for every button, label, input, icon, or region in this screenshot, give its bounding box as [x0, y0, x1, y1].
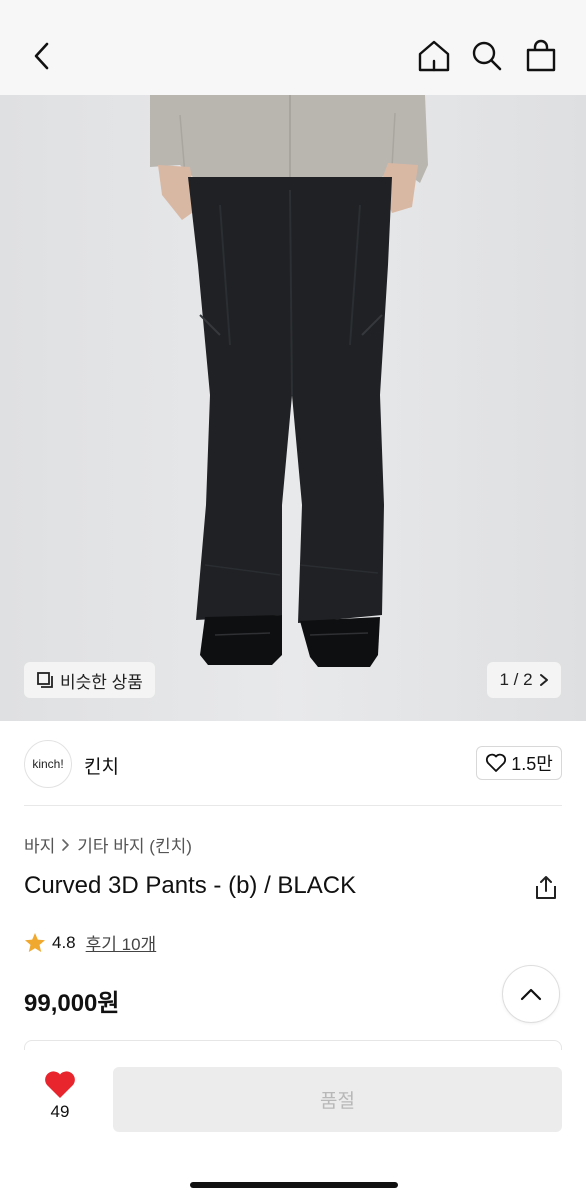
- breadcrumb: 바지 기타 바지 (킨치): [24, 832, 192, 857]
- breadcrumb-category[interactable]: 바지: [24, 832, 55, 857]
- star-icon: [25, 932, 45, 952]
- product-price: 99,000원: [24, 990, 120, 1017]
- content-card-edge: [24, 1040, 562, 1050]
- copy-squares-icon: [37, 672, 53, 688]
- top-nav-bar: [0, 0, 586, 95]
- brand-name[interactable]: 킨치: [84, 752, 119, 779]
- brand-like-button[interactable]: 1.5만: [476, 746, 562, 780]
- chevron-right-icon: [62, 838, 70, 851]
- breadcrumb-subcategory[interactable]: 기타 바지 (킨치): [77, 832, 192, 857]
- product-image-carousel[interactable]: [0, 95, 586, 721]
- chevron-up-icon: [520, 988, 542, 1001]
- product-title: Curved 3D Pants - (b) / BLACK: [24, 872, 357, 899]
- image-pagination-button[interactable]: 1 / 2: [487, 662, 561, 698]
- similar-products-button[interactable]: 비슷한 상품: [24, 662, 155, 698]
- rating-row: 4.8 후기 10개: [24, 930, 156, 955]
- bottom-action-bar: 49 품절: [0, 1050, 586, 1200]
- rating-score: 4.8: [52, 932, 76, 952]
- brand-logo[interactable]: kinch!: [24, 740, 72, 788]
- search-button[interactable]: [467, 36, 507, 76]
- brand-logo-text: kinch!: [32, 757, 64, 771]
- soldout-button[interactable]: 품절: [113, 1067, 562, 1132]
- heart-outline-icon: [486, 753, 507, 772]
- section-divider: [24, 805, 562, 806]
- home-icon: [418, 40, 450, 72]
- chevron-right-icon: [539, 674, 548, 686]
- share-button[interactable]: [532, 874, 560, 902]
- home-indicator: [190, 1182, 398, 1188]
- product-photo: [0, 95, 586, 721]
- wishlist-count: 49: [50, 1102, 70, 1121]
- collapse-button[interactable]: [502, 965, 560, 1023]
- pagination-label: 1 / 2: [499, 670, 533, 689]
- shopping-bag-icon: [526, 39, 556, 72]
- brand-row: kinch! 킨치 1.5만: [24, 738, 562, 788]
- search-icon: [472, 41, 502, 71]
- share-icon: [536, 876, 556, 899]
- heart-filled-icon: [45, 1071, 75, 1098]
- chevron-left-icon: [34, 42, 49, 70]
- similar-products-label: 비슷한 상품: [60, 672, 143, 692]
- brand-like-count: 1.5만: [511, 754, 553, 774]
- wishlist-button[interactable]: 49: [30, 1070, 90, 1130]
- back-button[interactable]: [22, 36, 62, 76]
- shopping-bag-button[interactable]: [521, 36, 561, 76]
- reviews-link[interactable]: 후기 10개: [86, 930, 157, 955]
- home-button[interactable]: [414, 36, 454, 76]
